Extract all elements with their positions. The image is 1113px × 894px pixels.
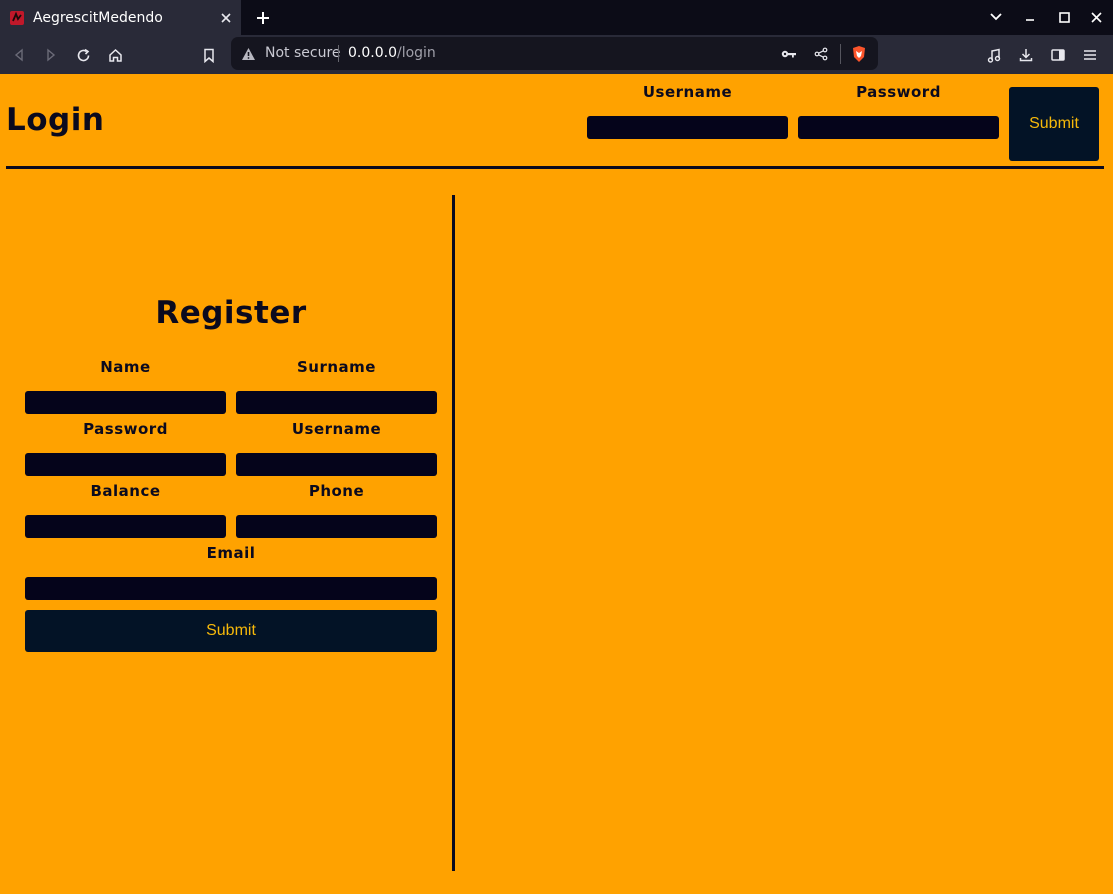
site-favicon-icon	[9, 10, 25, 26]
sidebar-icon[interactable]	[1044, 41, 1072, 69]
bookmark-icon[interactable]	[195, 41, 223, 69]
url-path: /login	[396, 45, 436, 61]
browser-tab-strip: AegrescitMedendo	[0, 0, 1113, 35]
url-text[interactable]: 0.0.0.0/login	[348, 45, 436, 61]
register-password-label: Password	[83, 420, 168, 438]
register-surname-input[interactable]	[236, 391, 437, 414]
url-separator	[338, 45, 339, 62]
register-title: Register	[155, 295, 307, 331]
url-host: 0.0.0.0	[348, 45, 397, 61]
register-balance-label: Balance	[90, 482, 161, 500]
register-email-label: Email	[206, 544, 256, 562]
brave-shields-icon[interactable]	[849, 44, 869, 64]
column-divider	[452, 195, 455, 871]
security-status[interactable]: Not secure	[265, 45, 341, 61]
register-surname-label: Surname	[297, 358, 376, 376]
minimize-icon[interactable]	[1015, 3, 1045, 31]
maximize-icon[interactable]	[1049, 3, 1079, 31]
page-content: Login Username Password Submit Register …	[0, 74, 1113, 894]
menu-icon[interactable]	[1076, 41, 1104, 69]
home-icon[interactable]	[101, 41, 129, 69]
register-phone-input[interactable]	[236, 515, 437, 538]
register-phone-label: Phone	[308, 482, 365, 500]
register-name-input[interactable]	[25, 391, 226, 414]
close-tab-icon[interactable]	[213, 5, 239, 31]
register-username-input[interactable]	[236, 453, 437, 476]
login-password-label: Password	[856, 83, 941, 101]
key-icon[interactable]	[779, 44, 799, 64]
login-username-input[interactable]	[587, 116, 788, 139]
register-email-input[interactable]	[25, 577, 437, 600]
register-name-label: Name	[100, 358, 151, 376]
register-balance-input[interactable]	[25, 515, 226, 538]
reload-icon[interactable]	[69, 41, 97, 69]
address-bar[interactable]: Not secure 0.0.0.0/login	[231, 37, 878, 70]
back-icon[interactable]	[5, 41, 33, 69]
new-tab-icon[interactable]	[250, 5, 276, 31]
login-password-input[interactable]	[798, 116, 999, 139]
login-username-label: Username	[642, 83, 733, 101]
forward-icon[interactable]	[37, 41, 65, 69]
tab-list-chevron-icon[interactable]	[981, 3, 1011, 31]
url-divider	[840, 44, 841, 64]
media-music-icon[interactable]	[980, 41, 1008, 69]
browser-toolbar: Not secure 0.0.0.0/login	[0, 35, 1113, 74]
login-title: Login	[6, 102, 105, 138]
login-submit-button[interactable]: Submit	[1009, 87, 1099, 161]
register-submit-button[interactable]: Submit	[25, 610, 437, 652]
download-icon[interactable]	[1012, 41, 1040, 69]
register-password-input[interactable]	[25, 453, 226, 476]
header-divider	[6, 166, 1104, 169]
warning-icon	[241, 46, 256, 65]
register-username-label: Username	[291, 420, 382, 438]
browser-tab[interactable]: AegrescitMedendo	[0, 0, 241, 35]
share-icon[interactable]	[811, 44, 831, 64]
tab-title: AegrescitMedendo	[33, 9, 163, 26]
close-window-icon[interactable]	[1081, 3, 1111, 31]
